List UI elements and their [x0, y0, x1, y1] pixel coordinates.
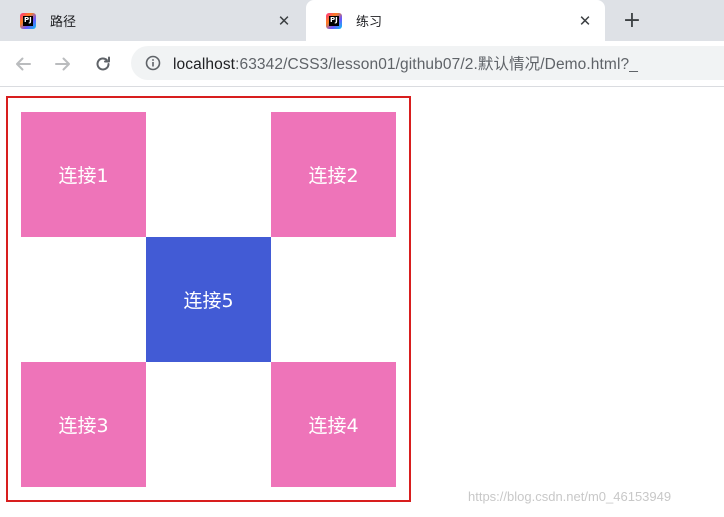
- webstorm-icon: PJ: [326, 12, 342, 29]
- link-3[interactable]: 连接3: [21, 362, 146, 487]
- tab-title: 练习: [356, 14, 383, 29]
- tab-path[interactable]: PJ 路径 ✕: [0, 0, 304, 41]
- tab-strip: PJ 路径 ✕ PJ 练习 ✕ +: [0, 0, 724, 41]
- webstorm-icon: PJ: [20, 12, 36, 29]
- reload-icon: [96, 56, 110, 71]
- link-2[interactable]: 连接2: [271, 112, 396, 237]
- close-icon[interactable]: ✕: [575, 11, 595, 31]
- back-button[interactable]: [10, 51, 36, 77]
- link-4[interactable]: 连接4: [271, 362, 396, 487]
- url-text[interactable]: localhost:63342/CSS3/lesson01/github07/2…: [173, 52, 638, 74]
- demo-container: 连接1 连接2 连接5 连接3 连接4: [6, 96, 411, 502]
- tab-title: 路径: [50, 14, 77, 29]
- new-tab-button[interactable]: +: [620, 8, 644, 33]
- tab-practice[interactable]: PJ 练习 ✕: [306, 0, 605, 41]
- arrow-right-icon: [55, 57, 70, 71]
- url-host: localhost: [173, 56, 236, 73]
- browser-toolbar: localhost:63342/CSS3/lesson01/github07/2…: [0, 41, 724, 87]
- close-icon[interactable]: ✕: [274, 11, 294, 31]
- address-bar[interactable]: localhost:63342/CSS3/lesson01/github07/2…: [131, 46, 724, 80]
- reload-button[interactable]: [90, 51, 116, 77]
- link-5[interactable]: 连接5: [146, 237, 271, 362]
- link-1[interactable]: 连接1: [21, 112, 146, 237]
- url-path: :63342/CSS3/lesson01/github07/2.默认情况/Dem…: [235, 56, 638, 73]
- forward-button[interactable]: [50, 51, 76, 77]
- watermark: https://blog.csdn.net/m0_46153949: [468, 489, 672, 504]
- arrow-left-icon: [16, 57, 31, 71]
- info-icon[interactable]: [145, 55, 161, 71]
